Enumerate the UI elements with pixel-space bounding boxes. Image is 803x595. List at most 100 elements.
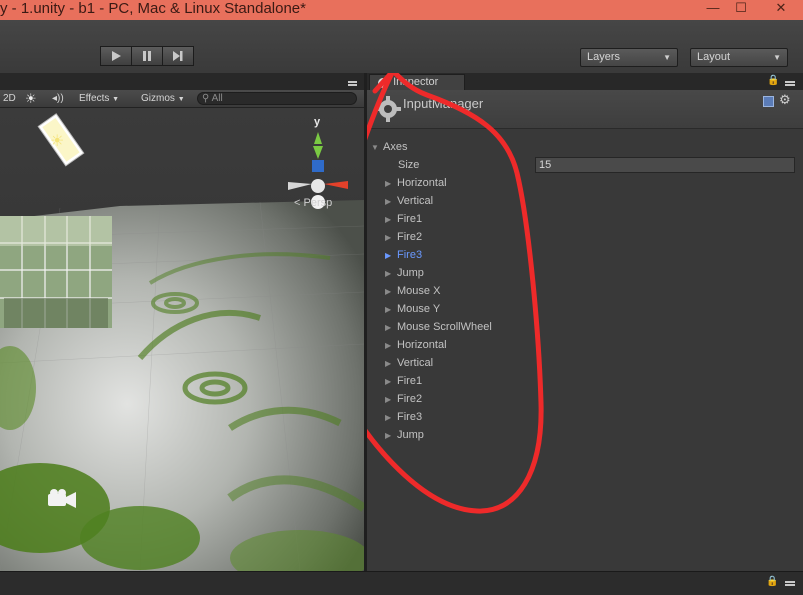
play-button[interactable] (100, 46, 132, 66)
main-toolbar: Layers ▼ Layout ▼ (0, 20, 803, 74)
axis-item[interactable]: ▶ Horizontal (385, 336, 447, 354)
close-button[interactable]: ✕ (766, 0, 796, 18)
foldout-collapsed-icon: ▶ (385, 233, 392, 242)
play-icon (112, 51, 121, 61)
mode-2d-toggle[interactable]: 2D (3, 90, 16, 107)
gizmos-label: Gizmos (141, 93, 175, 104)
foldout-collapsed-icon: ▶ (385, 197, 392, 206)
tab-inspector[interactable]: i Inspector (369, 74, 465, 90)
pause-icon (143, 51, 151, 61)
layout-dropdown[interactable]: Layout ▼ (690, 48, 788, 67)
projection-label: Persp (303, 197, 333, 209)
lighting-toggle-icon[interactable]: ☀ (25, 90, 37, 107)
size-label-text: Size (398, 159, 420, 171)
axis-item-label: Fire2 (397, 231, 423, 243)
layers-dropdown-label: Layers (587, 51, 621, 63)
scene-panel: 2D ☀ ◂)) Effects ▼ Gizmos ▼ ⚲ All ☀ y < … (0, 73, 364, 571)
layers-dropdown[interactable]: Layers ▼ (580, 48, 678, 67)
foldout-collapsed-icon: ▶ (385, 305, 392, 314)
axis-item[interactable]: ▶ Horizontal (385, 174, 447, 192)
layout-dropdown-label: Layout (697, 51, 731, 63)
axis-item[interactable]: ▶ Vertical (385, 192, 433, 210)
axis-item[interactable]: ▶ Fire2 (385, 228, 422, 246)
effects-dropdown[interactable]: Effects ▼ (79, 90, 119, 107)
window-titlebar: y - 1.unity - b1 - PC, Mac & Linux Stand… (0, 0, 803, 20)
axis-item-label: Mouse X (397, 285, 441, 297)
bottom-panel-tabbar: 🔒 (0, 571, 803, 595)
foldout-collapsed-icon: ▶ (385, 377, 392, 386)
effects-label: Effects (79, 93, 110, 104)
scene-search-placeholder: All (211, 93, 223, 104)
window-title: y - 1.unity - b1 - PC, Mac & Linux Stand… (0, 0, 306, 17)
lock-icon[interactable]: 🔒 (767, 75, 779, 86)
step-button[interactable] (162, 46, 194, 66)
play-controls (100, 46, 194, 66)
gizmos-dropdown[interactable]: Gizmos ▼ (141, 90, 185, 107)
inspector-header: InputManager ⚙ (367, 90, 803, 129)
axis-item[interactable]: ▶ Mouse ScrollWheel (385, 318, 492, 336)
axis-item[interactable]: ▶ Mouse Y (385, 300, 440, 318)
axis-item-label: Vertical (397, 195, 434, 207)
lock-icon[interactable]: 🔒 (766, 576, 778, 587)
chevron-down-icon: ▼ (112, 96, 120, 103)
size-value: 15 (539, 159, 552, 171)
panel-menu-icon[interactable] (348, 81, 357, 83)
chevron-down-icon: ▼ (663, 53, 671, 62)
search-icon: ⚲ (202, 93, 210, 104)
foldout-collapsed-icon: ▶ (385, 395, 392, 404)
scene-search-input[interactable]: ⚲ All (197, 92, 357, 105)
inspector-tabbar: i Inspector 🔒 (367, 73, 803, 90)
scene-tabbar (0, 73, 364, 90)
foldout-collapsed-icon: ▶ (385, 269, 392, 278)
foldout-collapsed-icon: ▶ (385, 251, 392, 260)
axis-item[interactable]: ▶ Jump (385, 426, 424, 444)
component-name: InputManager (403, 96, 484, 111)
axis-item-label: Jump (397, 429, 424, 441)
projection-toggle[interactable]: < Persp (294, 197, 332, 209)
foldout-collapsed-icon: ▶ (385, 413, 392, 422)
cube-stack (0, 216, 112, 328)
tab-inspector-label: Inspector (393, 76, 439, 88)
axis-item-label: Fire1 (397, 213, 423, 225)
audio-toggle-icon[interactable]: ◂)) (52, 90, 64, 107)
axis-item[interactable]: ▶ Fire3 (385, 408, 422, 426)
panel-menu-icon[interactable] (785, 581, 795, 583)
maximize-button[interactable]: ☐ (730, 0, 752, 18)
foldout-collapsed-icon: ▶ (385, 287, 392, 296)
gizmo-y-label: y (314, 116, 321, 128)
size-label: Size (398, 156, 419, 174)
gear-icon (375, 96, 401, 122)
help-icon[interactable] (763, 96, 774, 107)
persp-arrow-icon: < (294, 197, 301, 209)
foldout-collapsed-icon: ▶ (385, 359, 392, 368)
axis-item-label: Fire2 (397, 393, 423, 405)
axis-item-label: Horizontal (397, 177, 447, 189)
axis-item[interactable]: ▶ Mouse X (385, 282, 440, 300)
info-icon: i (378, 78, 388, 88)
axis-item-label: Mouse ScrollWheel (397, 321, 492, 333)
minimize-button[interactable]: — (702, 0, 724, 18)
settings-gear-icon[interactable]: ⚙ (779, 92, 791, 108)
axis-item[interactable]: ▶ Fire2 (385, 390, 422, 408)
foldout-collapsed-icon: ▶ (385, 179, 392, 188)
axis-item-label: Horizontal (397, 339, 447, 351)
scene-viewport[interactable]: ☀ y < Persp (0, 108, 364, 571)
panel-menu-icon[interactable] (785, 81, 795, 83)
axes-foldout[interactable]: ▼ Axes (371, 138, 407, 156)
foldout-collapsed-icon: ▶ (385, 215, 392, 224)
foldout-expanded-icon: ▼ (371, 143, 379, 152)
axis-item-label: Fire3 (397, 411, 423, 423)
axis-item[interactable]: ▶ Fire1 (385, 210, 422, 228)
size-input[interactable]: 15 (535, 157, 795, 173)
axis-item[interactable]: ▶ Fire3 (385, 246, 422, 264)
axis-item[interactable]: ▶ Fire1 (385, 372, 422, 390)
axis-item-label: Fire1 (397, 375, 423, 387)
chevron-down-icon: ▼ (773, 53, 781, 62)
axis-item[interactable]: ▶ Vertical (385, 354, 433, 372)
sun-icon: ☀ (50, 133, 64, 150)
inspector-panel: i Inspector 🔒 InputManager ⚙ ▼ Axes Size … (367, 73, 803, 571)
pause-button[interactable] (131, 46, 163, 66)
foldout-collapsed-icon: ▶ (385, 431, 392, 440)
step-icon (173, 51, 183, 61)
axis-item[interactable]: ▶ Jump (385, 264, 424, 282)
